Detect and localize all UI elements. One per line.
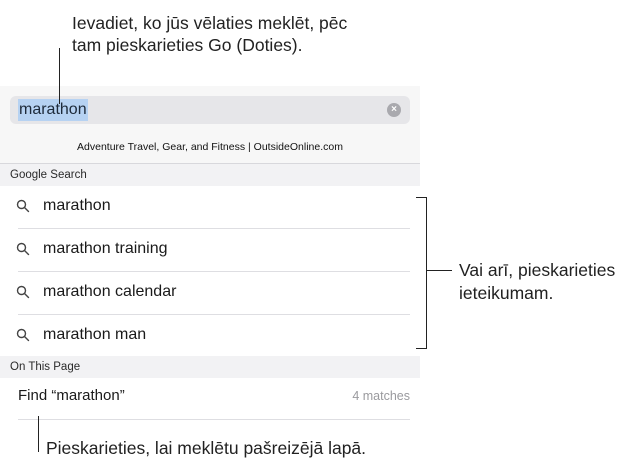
search-icon [16, 199, 30, 213]
callout-find-on-page: Pieskarieties, lai meklētu pašreizējā la… [46, 438, 367, 458]
search-icon [16, 328, 30, 342]
suggestion-row[interactable]: marathon [0, 186, 420, 226]
leader-line-top [59, 48, 60, 104]
leader-bracket-bottom [416, 348, 426, 349]
search-suggestions-panel: marathon × Adventure Travel, Gear, and F… [0, 86, 420, 422]
suggestion-label: marathon calendar [43, 283, 177, 300]
leader-bracket-vertical [426, 197, 427, 349]
clear-icon[interactable]: × [387, 103, 401, 117]
suggestion-row[interactable]: marathon man [0, 315, 420, 355]
section-header-on-this-page: On This Page [0, 356, 420, 378]
leader-line-bottom [38, 416, 39, 452]
match-count: 4 matches [352, 389, 410, 403]
callout-top-line2: tam pieskarieties Go (Doties). [72, 35, 303, 55]
callout-top-line1: Ievadiet, ko jūs vēlaties meklēt, pēc [72, 13, 348, 33]
callout-enter-search: Ievadiet, ko jūs vēlaties meklēt, pēc ta… [72, 12, 412, 56]
divider [18, 419, 410, 420]
section-header-label: Google Search [10, 169, 87, 181]
search-icon [16, 242, 30, 256]
search-field[interactable]: marathon × [10, 96, 410, 124]
search-icon [16, 285, 30, 299]
section-header-label: On This Page [10, 361, 81, 373]
section-header-google-search: Google Search [0, 164, 420, 186]
suggestion-label: marathon training [43, 240, 168, 257]
leader-bracket-pointer [426, 270, 452, 271]
leader-bracket-top [416, 197, 426, 198]
find-on-page-row[interactable]: Find “marathon” 4 matches [0, 376, 420, 416]
top-hit-suggestion[interactable]: Adventure Travel, Gear, and Fitness | Ou… [0, 140, 420, 154]
callout-right-line1: Vai arī, pieskarieties [459, 260, 616, 280]
suggestion-row[interactable]: marathon training [0, 229, 420, 269]
search-bar-area: marathon × Adventure Travel, Gear, and F… [0, 86, 420, 164]
find-on-page-label: Find “marathon” [18, 387, 125, 404]
search-input-value[interactable]: marathon [18, 99, 88, 121]
callout-tap-suggestion: Vai arī, pieskarieties ieteikumam. [459, 259, 642, 305]
suggestion-row[interactable]: marathon calendar [0, 272, 420, 312]
suggestion-label: marathon [43, 197, 111, 214]
callout-right-line2: ieteikumam. [459, 283, 554, 303]
suggestion-label: marathon man [43, 326, 147, 343]
